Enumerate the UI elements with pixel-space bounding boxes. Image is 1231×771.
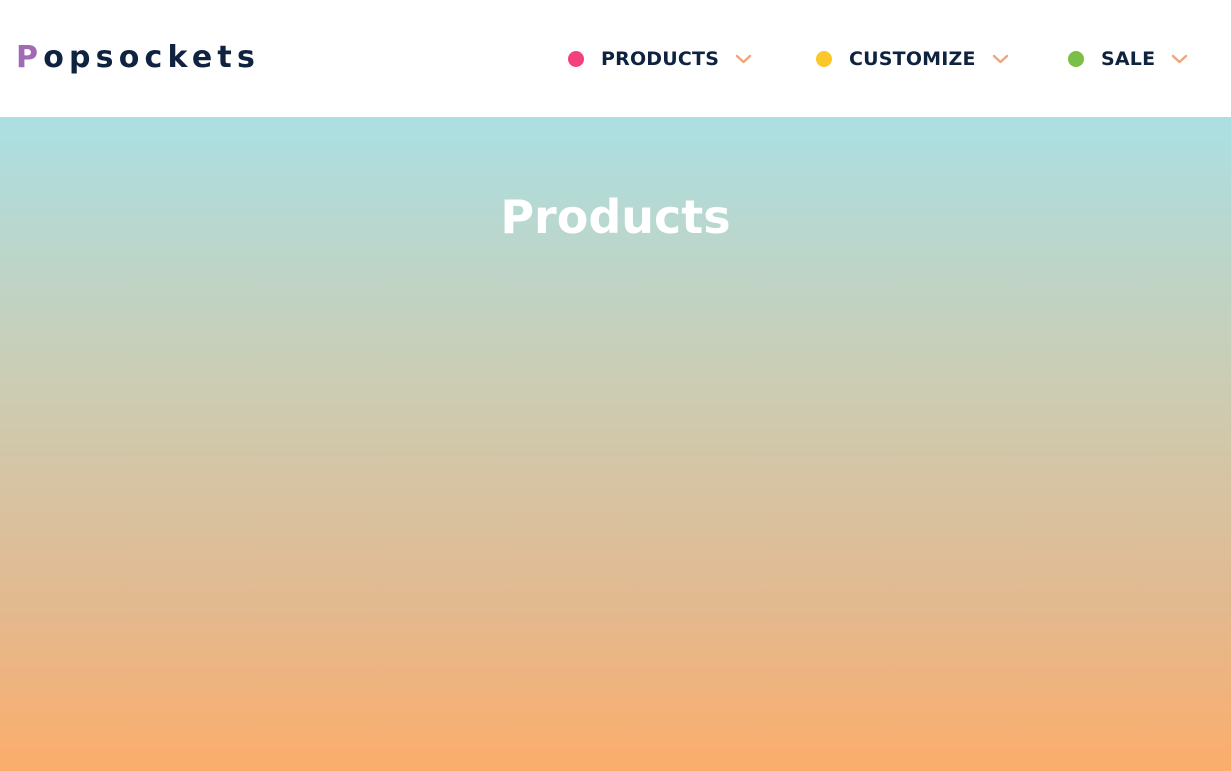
nav-item-customize-label: CUSTOMIZE	[849, 48, 976, 70]
nav-item-sale[interactable]: SALE	[1068, 42, 1188, 76]
brand-logo[interactable]: Popsockets	[16, 38, 260, 78]
logo-first-letter: P	[16, 40, 44, 75]
products-dot-icon	[568, 51, 584, 67]
nav-item-customize[interactable]: CUSTOMIZE	[816, 42, 1009, 76]
nav-item-products[interactable]: PRODUCTS	[568, 42, 752, 76]
nav-item-sale-label: SALE	[1101, 48, 1156, 70]
chevron-down-icon[interactable]	[992, 53, 1009, 65]
sale-dot-icon	[1068, 51, 1084, 67]
nav-item-products-label: PRODUCTS	[601, 48, 720, 70]
chevron-down-icon[interactable]	[1171, 53, 1188, 65]
hero-banner: Products	[0, 117, 1231, 771]
customize-dot-icon	[816, 51, 832, 67]
chevron-down-icon[interactable]	[735, 53, 752, 65]
site-header: Popsockets PRODUCTS CUSTOMIZE SALE	[0, 0, 1231, 117]
page-title: Products	[500, 190, 731, 244]
logo-rest: opsockets	[43, 40, 261, 75]
